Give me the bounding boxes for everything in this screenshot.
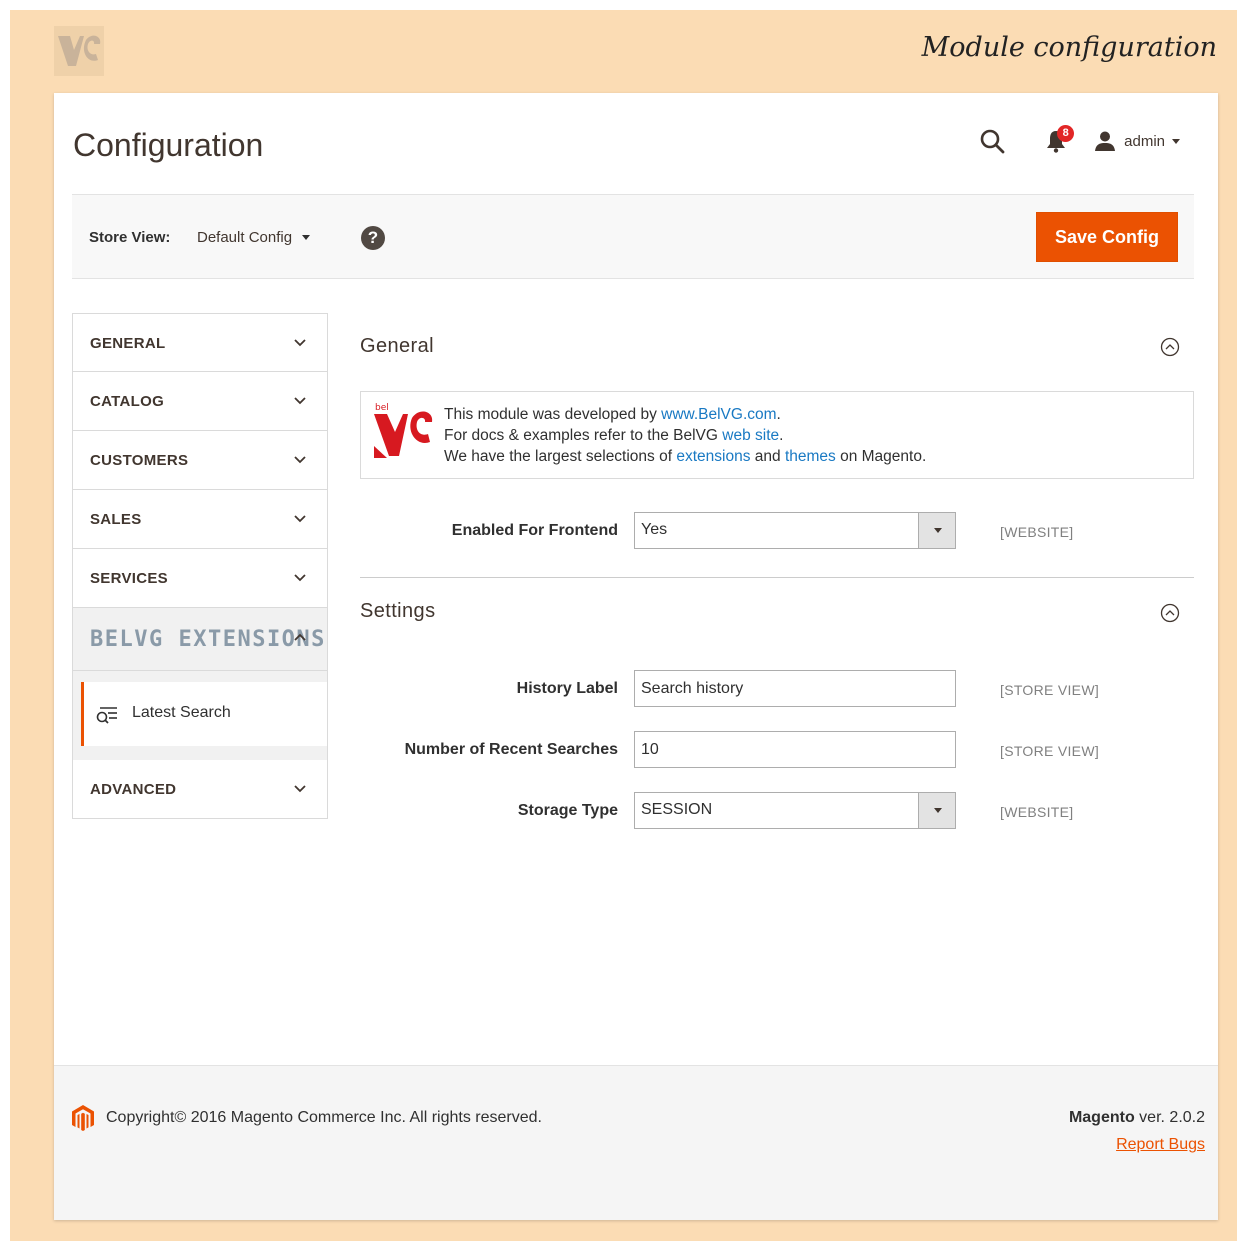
notifications[interactable]: 8 — [1042, 125, 1075, 155]
store-view-switcher[interactable]: Default Config — [197, 229, 311, 246]
sidebar-item-services[interactable]: SERVICES — [72, 549, 328, 608]
banner: Module configuration Configuration 8 adm… — [10, 10, 1237, 1241]
sidebar-subitem-label: Latest Search — [132, 704, 231, 721]
search-icon[interactable] — [978, 127, 1006, 155]
admin-panel: Configuration 8 admin Store View: Defaul… — [54, 93, 1218, 1220]
sidebar-item-label: BELVG EXTENSIONS — [90, 627, 326, 652]
extensions-link[interactable]: extensions — [676, 448, 750, 465]
copyright-text: Copyright© 2016 Magento Commerce Inc. Al… — [106, 1109, 542, 1126]
sidebar-item-label: ADVANCED — [90, 781, 177, 798]
brand-name: Magento — [1068, 1109, 1135, 1126]
enabled-frontend-label: Enabled For Frontend — [451, 522, 618, 539]
section-divider — [360, 577, 1194, 578]
store-view-value: Default Config — [197, 229, 293, 246]
store-view-bar: Store View: Default Config ? Save Config — [72, 194, 1194, 279]
sidebar-item-general[interactable]: GENERAL — [72, 313, 328, 372]
report-bugs-link[interactable]: Report Bugs — [1116, 1136, 1205, 1154]
general-section-title[interactable]: General — [360, 335, 434, 358]
storage-type-value: SESSION — [641, 801, 713, 818]
search-list-icon — [96, 707, 117, 724]
scope-label: [STORE VIEW] — [1000, 743, 1100, 759]
chevron-down-icon — [294, 456, 306, 464]
info-line-1: This module was developed by www.BelVG.c… — [444, 406, 781, 423]
chevron-down-icon — [294, 785, 306, 793]
sidebar-item-customers[interactable]: CUSTOMERS — [72, 431, 328, 490]
belvg-site-link[interactable]: www.BelVG.com — [661, 406, 776, 423]
user-icon — [1095, 131, 1116, 151]
version-info: Magento ver. 2.0.2 — [1069, 1109, 1205, 1127]
sidebar-item-label: CATALOG — [90, 393, 165, 410]
config-sidebar: GENERAL CATALOG CUSTOMERS SALES SERVICES… — [72, 313, 328, 819]
recent-searches-label: Number of Recent Searches — [404, 741, 618, 758]
user-menu[interactable]: admin — [1094, 130, 1180, 152]
belvg-logo-icon: bel — [373, 402, 435, 464]
chevron-down-icon — [294, 574, 306, 582]
magento-logo-icon — [72, 1105, 94, 1131]
store-view-label: Store View: — [89, 229, 171, 246]
sidebar-item-catalog[interactable]: CATALOG — [72, 372, 328, 431]
chevron-down-icon — [294, 339, 306, 347]
web-site-link[interactable]: web site — [722, 427, 779, 444]
storage-type-select[interactable]: SESSION — [634, 792, 956, 829]
caret-down-icon — [302, 235, 311, 240]
sidebar-item-label: GENERAL — [90, 335, 166, 352]
chevron-down-icon — [294, 515, 306, 523]
help-icon[interactable]: ? — [361, 226, 385, 250]
sidebar-item-belvg-extensions[interactable]: BELVG EXTENSIONS — [72, 608, 328, 671]
module-info-text: This module was developed by www.BelVG.c… — [444, 404, 926, 467]
page-title: Configuration — [73, 127, 264, 163]
collapse-up-icon[interactable] — [1160, 603, 1180, 623]
history-label-label: History Label — [516, 680, 618, 697]
storage-type-label: Storage Type — [517, 802, 618, 819]
page-footer: Copyright© 2016 Magento Commerce Inc. Al… — [54, 1065, 1218, 1220]
sidebar-item-sales[interactable]: SALES — [72, 490, 328, 549]
enabled-frontend-value: Yes — [641, 521, 668, 538]
svg-text:bel: bel — [375, 403, 389, 413]
belvg-logo-icon — [54, 26, 104, 76]
version-text: ver. 2.0.2 — [1134, 1109, 1205, 1126]
scope-label: [WEBSITE] — [1000, 804, 1074, 820]
belvg-extensions-submenu: Latest Search — [72, 671, 328, 760]
dropdown-arrow-icon — [918, 793, 955, 828]
collapse-up-icon[interactable] — [1160, 337, 1180, 357]
user-name: admin — [1124, 132, 1165, 150]
history-label-input[interactable] — [634, 670, 956, 707]
sidebar-item-label: SERVICES — [90, 570, 168, 587]
banner-title: Module configuration — [921, 32, 1217, 63]
notifications-badge: 8 — [1057, 125, 1075, 142]
enabled-frontend-select[interactable]: Yes — [634, 512, 956, 549]
info-line-3: We have the largest selections of extens… — [444, 448, 927, 465]
sidebar-item-label: CUSTOMERS — [90, 452, 189, 469]
recent-searches-input[interactable] — [634, 731, 956, 768]
sidebar-item-advanced[interactable]: ADVANCED — [72, 760, 328, 819]
caret-down-icon — [1172, 138, 1180, 144]
chevron-down-icon — [294, 397, 306, 405]
save-config-button[interactable]: Save Config — [1036, 212, 1178, 262]
module-info-box: bel This module was developed by www.Bel… — [360, 391, 1194, 479]
header-actions: 8 admin — [978, 125, 1180, 155]
sidebar-item-label: SALES — [90, 511, 142, 528]
scope-label: [STORE VIEW] — [1000, 682, 1100, 698]
themes-link[interactable]: themes — [785, 448, 836, 465]
info-line-2: For docs & examples refer to the BelVG w… — [444, 427, 784, 444]
dropdown-arrow-icon — [918, 513, 955, 548]
chevron-up-icon — [294, 633, 306, 641]
settings-section-title[interactable]: Settings — [360, 600, 435, 623]
sidebar-subitem-latest-search[interactable]: Latest Search — [81, 682, 327, 746]
scope-label: [WEBSITE] — [1000, 524, 1074, 540]
